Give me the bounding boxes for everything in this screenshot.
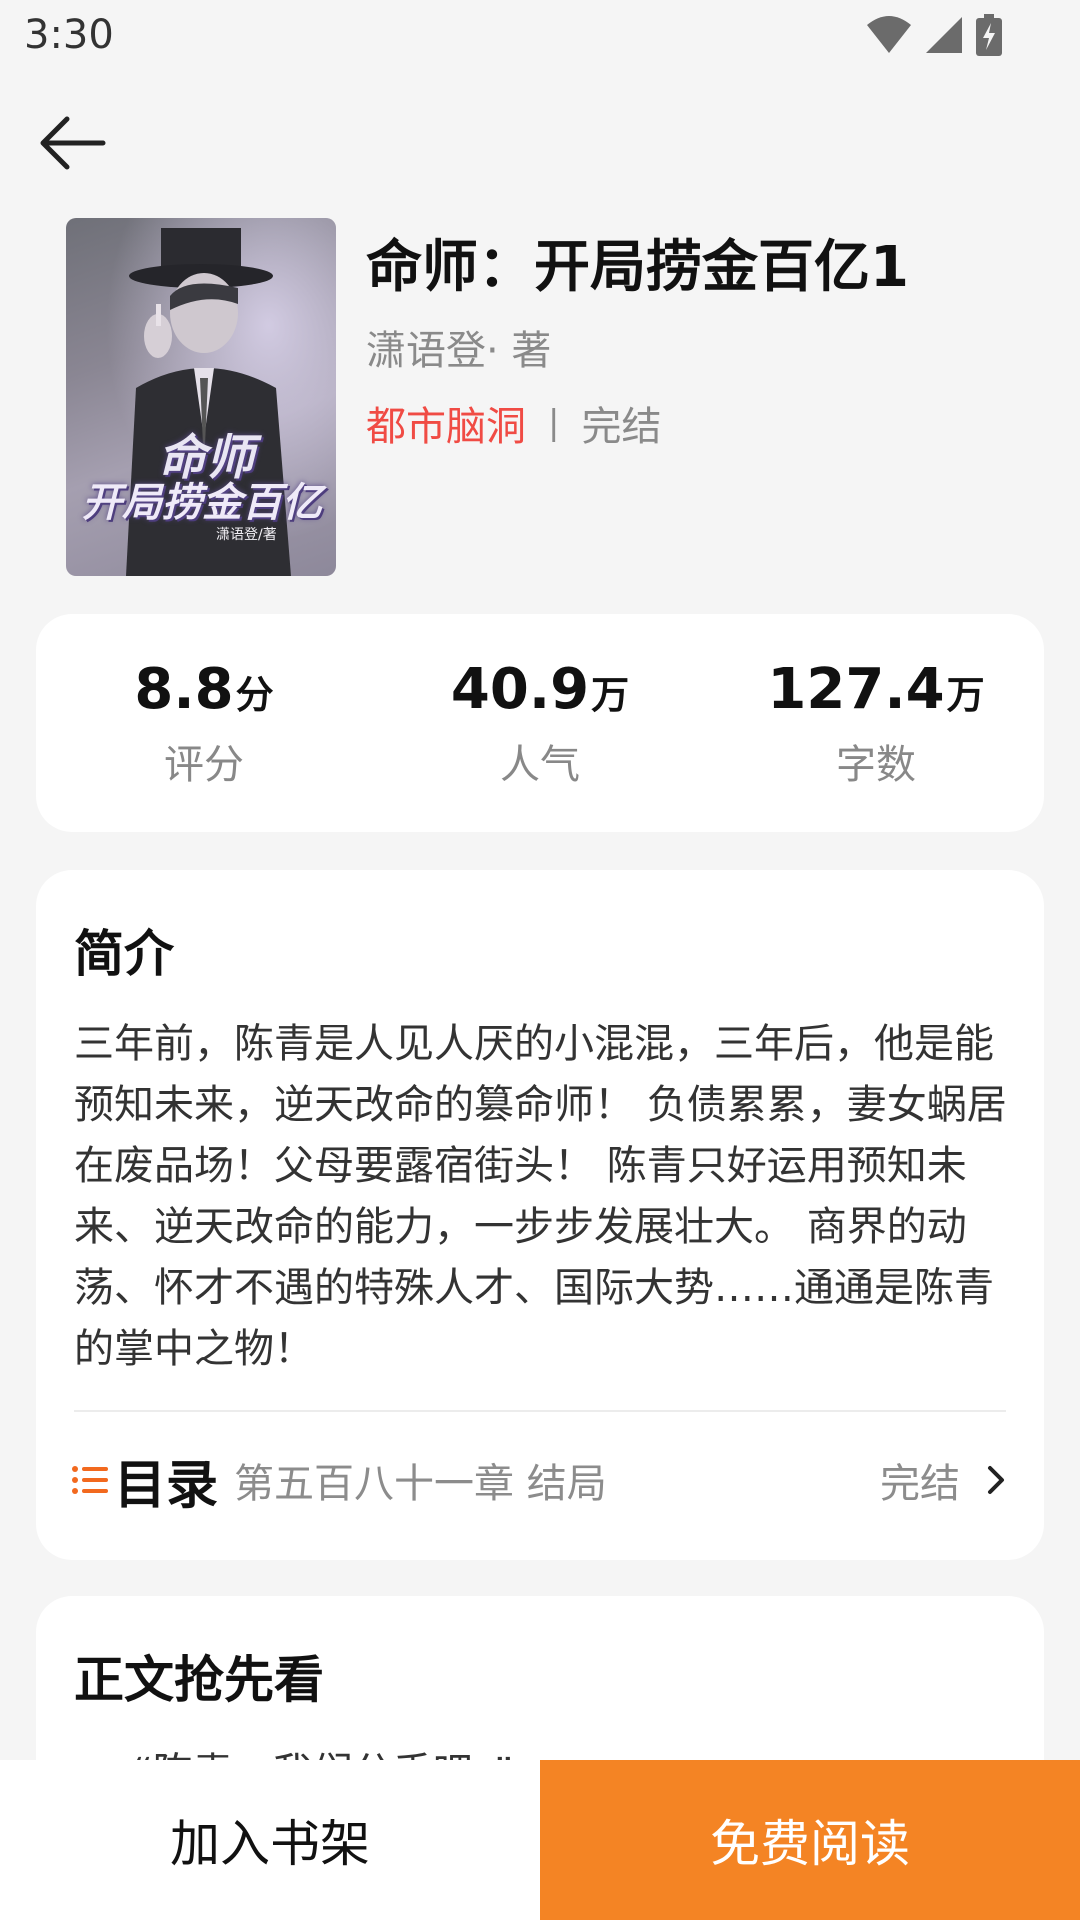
stat-label: 人气 <box>500 741 580 788</box>
toc-latest-chapter: 第五百八十一章 结局 <box>234 1461 607 1507</box>
stat-value: 127.4 <box>767 656 945 722</box>
back-button[interactable] <box>34 110 110 176</box>
stat-unit: 分 <box>235 672 274 717</box>
book-status: 完结 <box>581 404 662 450</box>
stat-rating: 8.8 分 评分 <box>36 614 372 832</box>
intro-text[interactable]: 三年前，陈青是人见人厌的小混混，三年后，他是能预知未来，逆天改命的篡命师！ 负债… <box>74 1014 1014 1380</box>
wifi-icon <box>867 16 911 53</box>
book-meta: 都市脑洞 | 完结 <box>366 394 661 452</box>
stat-label: 评分 <box>164 741 244 788</box>
meta-separator: | <box>548 403 560 443</box>
stat-popularity: 40.9 万 人气 <box>372 614 708 832</box>
arrow-left-icon <box>40 116 106 170</box>
stats-card: 8.8 分 评分 40.9 万 人气 127.4 万 字数 <box>36 614 1044 832</box>
cover-author: 潇语登/著 <box>216 527 277 543</box>
stat-value: 8.8 <box>134 656 234 722</box>
status-time: 3:30 <box>24 12 114 58</box>
book-author[interactable]: 潇语登· 著 <box>366 318 551 376</box>
intro-title: 简介 <box>74 925 174 983</box>
stat-label: 字数 <box>836 741 916 788</box>
stat-unit: 万 <box>591 672 630 717</box>
stat-word-count: 127.4 万 字数 <box>708 614 1044 832</box>
intro-card: 简介 三年前，陈青是人见人厌的小混混，三年后，他是能预知未来，逆天改命的篡命师！… <box>36 870 1044 1560</box>
battery-charging-icon <box>976 14 1002 56</box>
stat-unit: 万 <box>946 672 985 717</box>
stat-value: 40.9 <box>450 656 590 722</box>
toc-title: 目录 <box>114 1455 219 1516</box>
book-genre-tag[interactable]: 都市脑洞 <box>366 394 526 452</box>
book-cover[interactable]: 命师 开局捞金百亿 潇语登/著 <box>66 218 336 576</box>
preview-title: 正文抢先看 <box>74 1651 324 1709</box>
read-free-button[interactable]: 免费阅读 <box>540 1760 1080 1920</box>
list-icon <box>72 1466 108 1494</box>
add-to-shelf-button[interactable]: 加入书架 <box>0 1760 540 1920</box>
chevron-right-icon <box>988 1466 1004 1494</box>
cell-signal-icon <box>926 17 962 53</box>
bottom-action-bar: 加入书架 免费阅读 <box>0 1760 1080 1920</box>
status-icons <box>866 14 1002 56</box>
divider <box>74 1410 1006 1412</box>
toc-status: 完结 <box>880 1461 960 1507</box>
book-title: 命师：开局捞金百亿1 <box>366 235 909 300</box>
cover-title-line2: 开局捞金百亿 <box>82 480 322 526</box>
book-detail-screen: 3:30 命师 开局捞金百亿 潇语登/著 命师：开局捞金百亿1 潇语登· 著 都… <box>0 0 1080 1920</box>
table-of-contents-row[interactable]: 目录 第五百八十一章 结局 完结 <box>70 1430 1010 1530</box>
status-bar: 3:30 <box>0 0 1080 74</box>
